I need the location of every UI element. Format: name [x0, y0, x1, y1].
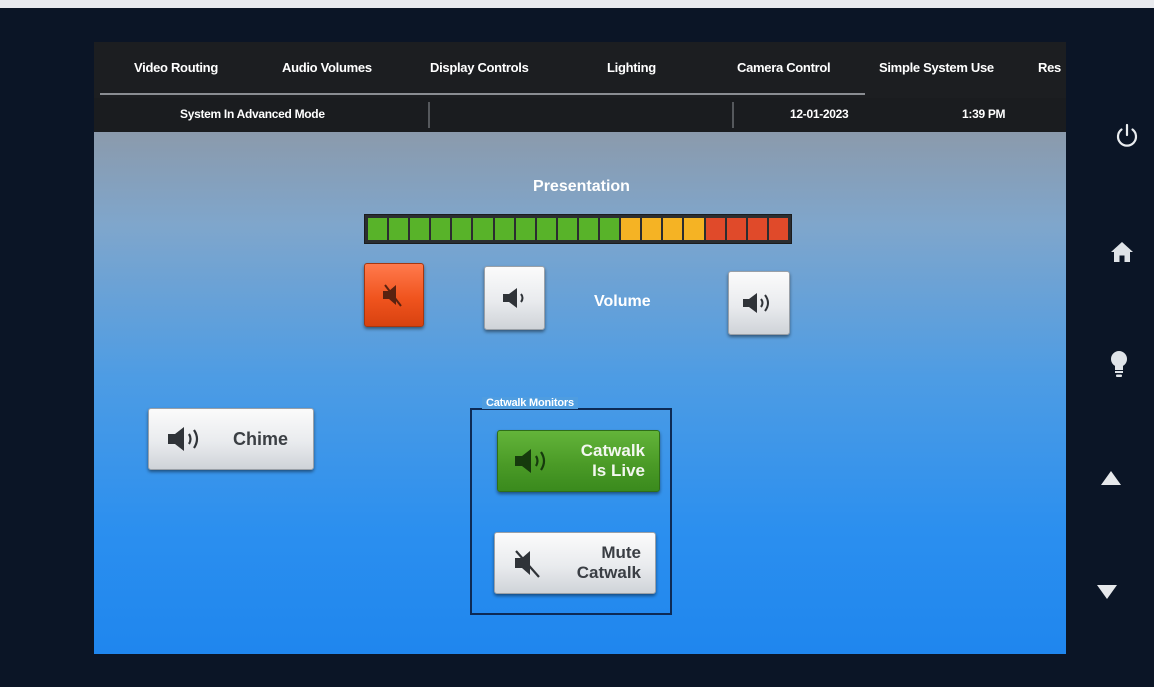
meter-segment: [473, 218, 493, 240]
speaker-muted-icon: [511, 546, 547, 580]
home-icon[interactable]: [1110, 240, 1134, 269]
meter-segment: [452, 218, 472, 240]
meter-segment: [768, 218, 788, 240]
speaker-high-icon: [739, 288, 779, 318]
tab-res[interactable]: Res: [1038, 60, 1061, 75]
meter-segment: [621, 218, 641, 240]
status-bar: System In Advanced Mode 12-01-2023 1:39 …: [94, 98, 1066, 132]
status-divider: [428, 102, 430, 128]
down-arrow-icon[interactable]: [1096, 584, 1118, 605]
mute-catwalk-button[interactable]: Mute Catwalk: [494, 532, 656, 594]
lightbulb-icon[interactable]: [1109, 350, 1129, 385]
meter-segment: [410, 218, 430, 240]
tab-display-controls[interactable]: Display Controls: [430, 60, 529, 75]
meter-segment: [494, 218, 514, 240]
volume-down-button[interactable]: [484, 266, 545, 330]
meter-segment: [557, 218, 577, 240]
speaker-icon: [165, 423, 207, 455]
speaker-muted-icon: [379, 280, 409, 310]
mute-catwalk-line2: Catwalk: [576, 563, 641, 582]
time-text: 1:39 PM: [962, 107, 1006, 121]
tab-camera-control[interactable]: Camera Control: [737, 60, 831, 75]
catwalk-live-line1: Catwalk: [580, 441, 645, 460]
status-divider: [732, 102, 734, 128]
tab-simple-system-use[interactable]: Simple System Use: [879, 60, 994, 75]
catwalk-live-button[interactable]: Catwalk Is Live: [497, 430, 660, 492]
date-text: 12-01-2023: [790, 107, 849, 121]
catwalk-live-line2: Is Live: [592, 461, 645, 480]
speaker-low-icon: [499, 283, 531, 313]
tab-scroll-indicator: [100, 93, 865, 95]
meter-segment: [642, 218, 662, 240]
presentation-title: Presentation: [533, 178, 630, 195]
meter-segment: [536, 218, 556, 240]
meter-segment: [578, 218, 599, 240]
catwalk-live-label: Catwalk Is Live: [581, 441, 645, 481]
meter-segment: [515, 218, 535, 240]
meter-segment: [726, 218, 746, 240]
meter-segment: [389, 218, 409, 240]
chime-button[interactable]: Chime: [148, 408, 314, 470]
mute-catwalk-label: Mute Catwalk: [577, 543, 641, 583]
meter-segment: [747, 218, 767, 240]
presentation-mute-button[interactable]: [364, 263, 424, 327]
tab-lighting[interactable]: Lighting: [607, 60, 656, 75]
meter-segment: [663, 218, 683, 240]
meter-segment: [368, 218, 388, 240]
meter-segment: [600, 218, 620, 240]
system-mode-text: System In Advanced Mode: [180, 107, 325, 121]
meter-segment: [684, 218, 704, 240]
tab-video-routing[interactable]: Video Routing: [134, 60, 218, 75]
up-arrow-icon[interactable]: [1100, 470, 1122, 491]
volume-meter: [364, 214, 792, 244]
speaker-icon: [512, 445, 556, 477]
mute-catwalk-line1: Mute: [601, 543, 641, 562]
touch-panel-screen: Video Routing Audio Volumes Display Cont…: [94, 42, 1066, 654]
tab-audio-volumes[interactable]: Audio Volumes: [282, 60, 372, 75]
volume-up-button[interactable]: [728, 271, 790, 335]
meter-segment: [431, 218, 451, 240]
chime-label: Chime: [233, 428, 289, 449]
meter-segment: [705, 218, 725, 240]
catwalk-group-title: Catwalk Monitors: [482, 397, 578, 409]
tab-bar: Video Routing Audio Volumes Display Cont…: [94, 42, 1066, 98]
power-icon[interactable]: [1113, 122, 1141, 155]
volume-label: Volume: [594, 293, 651, 310]
bezel-top: [0, 0, 1154, 8]
